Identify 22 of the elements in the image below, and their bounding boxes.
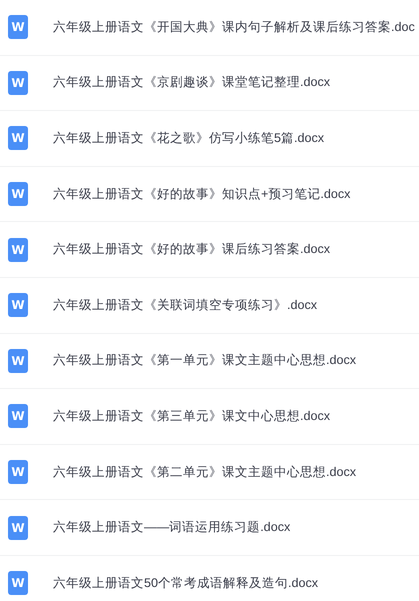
file-name[interactable]: 六年级上册语文《京剧趣谈》课堂笔记整理.docx — [53, 74, 330, 92]
word-file-icon: W — [8, 571, 28, 596]
word-file-icon: W — [8, 15, 28, 40]
word-file-icon: W — [8, 182, 28, 206]
word-file-icon: W — [8, 404, 28, 428]
word-file-icon: W — [8, 460, 28, 484]
file-name[interactable]: 六年级上册语文《关联词填空专项练习》.docx — [53, 296, 318, 314]
file-name[interactable]: 六年级上册语文50个常考成语解释及造句.docx — [53, 574, 318, 592]
file-name[interactable]: 六年级上册语文《第二单元》课文主题中心思想.docx — [53, 464, 356, 481]
file-name[interactable]: 六年级上册语文——词语运用练习题.docx — [53, 519, 290, 536]
file-name[interactable]: 六年级上册语文《第一单元》课文主题中心思想.docx — [53, 352, 356, 370]
file-name[interactable]: 六年级上册语文《开国大典》课内句子解析及课后练习答案.doc — [53, 18, 415, 36]
file-name[interactable]: 六年级上册语文《好的故事》知识点+预习笔记.docx — [53, 186, 350, 203]
word-file-icon: W — [8, 238, 28, 262]
word-file-icon: W — [8, 70, 28, 95]
file-name[interactable]: 六年级上册语文《花之歌》仿写小练笔5篇.docx — [53, 130, 324, 147]
word-file-icon: W — [8, 516, 28, 540]
file-name[interactable]: 六年级上册语文《好的故事》课后练习答案.docx — [53, 241, 330, 258]
word-file-icon: W — [8, 126, 28, 150]
word-file-icon: W — [8, 348, 28, 373]
file-name[interactable]: 六年级上册语文《第三单元》课文中心思想.docx — [53, 408, 330, 425]
word-file-icon: W — [8, 293, 28, 318]
